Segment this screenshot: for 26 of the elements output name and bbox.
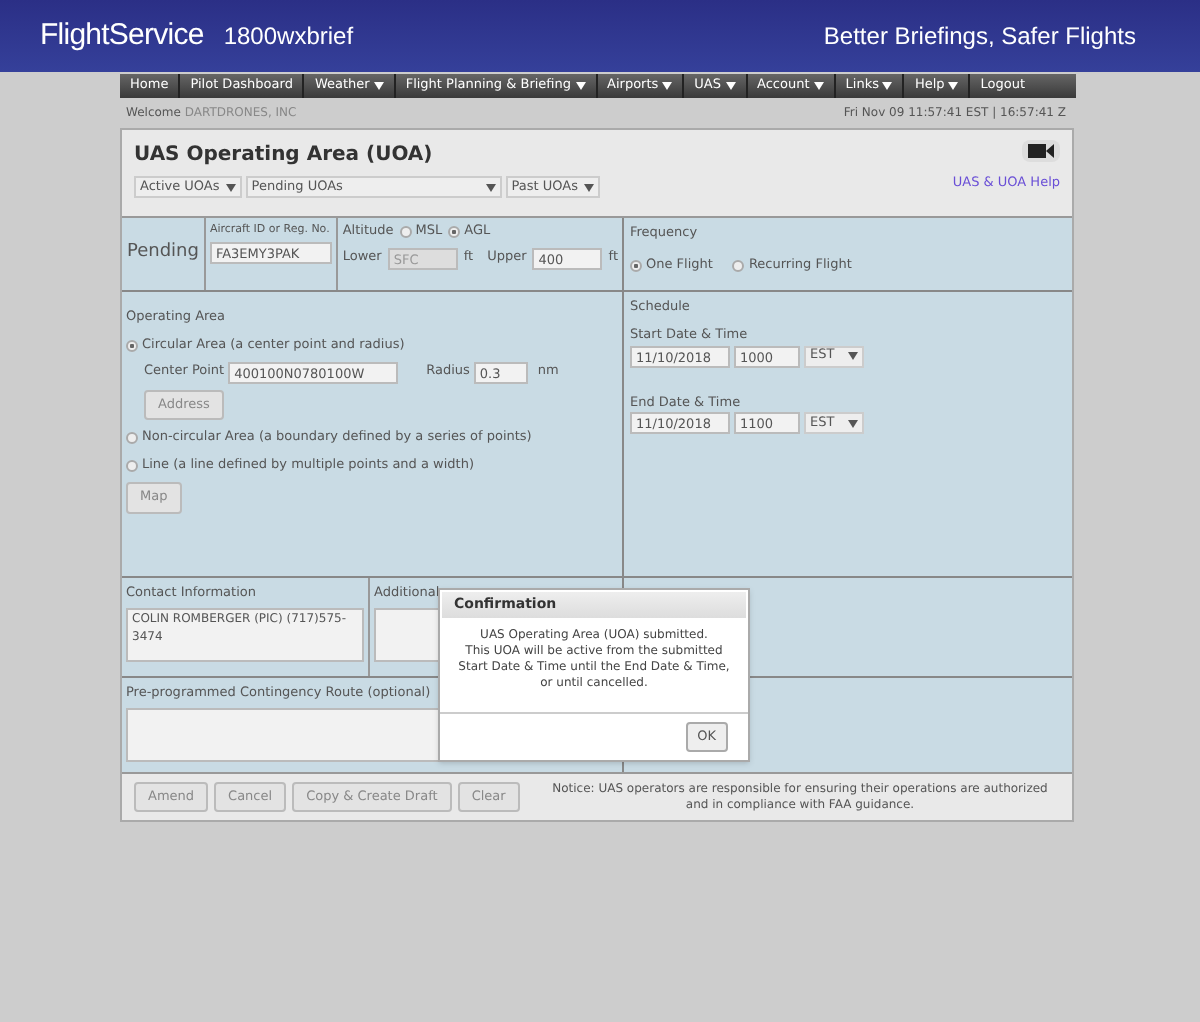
radio-button[interactable] bbox=[630, 259, 642, 272]
radio-button[interactable] bbox=[448, 225, 461, 238]
phone-brand: 1800wxbrief bbox=[223, 20, 354, 55]
caret-icon bbox=[373, 82, 384, 90]
caret-icon bbox=[882, 82, 893, 90]
caret-icon bbox=[948, 82, 959, 90]
caret-icon bbox=[813, 82, 824, 90]
status-label: Pending bbox=[122, 218, 206, 290]
page-title: UAS Operating Area (UOA) bbox=[134, 142, 435, 170]
caret-icon bbox=[575, 82, 586, 90]
radio-button[interactable] bbox=[732, 259, 745, 272]
caret-icon bbox=[485, 183, 496, 191]
logo[interactable]: FlightService bbox=[40, 13, 204, 59]
caret-icon bbox=[225, 183, 236, 191]
video-button[interactable] bbox=[1022, 140, 1060, 162]
video-icon bbox=[1028, 144, 1054, 158]
radio-button[interactable] bbox=[399, 225, 412, 238]
caret-icon bbox=[725, 82, 736, 90]
caret-icon bbox=[662, 82, 673, 90]
radio-button[interactable] bbox=[126, 459, 138, 472]
caret-icon bbox=[848, 352, 858, 360]
caret-icon bbox=[583, 183, 594, 191]
radio-button[interactable] bbox=[126, 432, 138, 445]
caret-icon bbox=[848, 419, 858, 428]
radio-button[interactable] bbox=[126, 339, 138, 352]
tagline: Better Briefings, Safer Flights bbox=[823, 20, 1136, 54]
